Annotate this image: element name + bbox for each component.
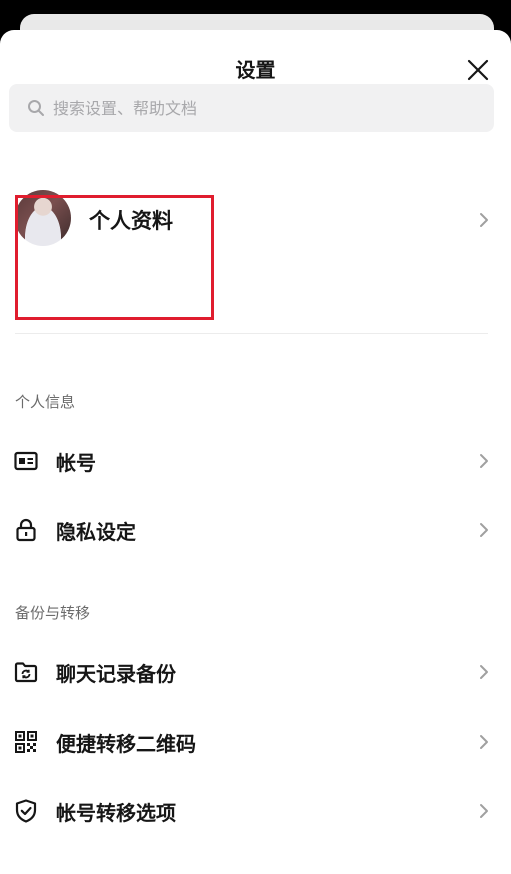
close-icon: [467, 59, 489, 81]
chevron-right-icon: [477, 451, 491, 471]
section-label-personal-info: 个人信息: [15, 393, 76, 411]
settings-item-account[interactable]: 帐号: [0, 429, 511, 493]
chevron-right-icon: [477, 662, 491, 682]
divider: [15, 333, 488, 334]
shield-check-icon: [14, 799, 38, 823]
lock-icon: [14, 518, 38, 542]
settings-item-privacy[interactable]: 隐私设定: [0, 498, 511, 562]
settings-item-label: 隐私设定: [56, 519, 136, 544]
chevron-right-icon: [477, 520, 491, 540]
id-card-icon: [14, 449, 38, 473]
settings-item-label: 帐号转移选项: [56, 800, 176, 825]
search-bar[interactable]: [9, 84, 494, 132]
section-label-backup-transfer: 备份与转移: [15, 604, 91, 622]
profile-label: 个人资料: [89, 209, 173, 233]
profile-row[interactable]: 个人资料: [0, 160, 511, 280]
settings-item-transfer-qr[interactable]: 便捷转移二维码: [0, 710, 511, 774]
settings-item-account-transfer[interactable]: 帐号转移选项: [0, 779, 511, 843]
settings-item-chat-backup[interactable]: 聊天记录备份: [0, 640, 511, 704]
chevron-right-icon: [477, 210, 491, 230]
chevron-right-icon: [477, 732, 491, 752]
page-title: 设置: [235, 58, 276, 82]
settings-item-label: 便捷转移二维码: [56, 731, 196, 756]
qr-code-icon: [14, 730, 38, 754]
folder-sync-icon: [14, 660, 38, 684]
chevron-right-icon: [477, 801, 491, 821]
settings-item-label: 帐号: [56, 450, 96, 475]
close-button[interactable]: [462, 54, 494, 86]
search-input[interactable]: [53, 98, 473, 118]
search-icon: [28, 100, 44, 116]
settings-item-label: 聊天记录备份: [56, 661, 176, 686]
avatar: [15, 190, 71, 246]
